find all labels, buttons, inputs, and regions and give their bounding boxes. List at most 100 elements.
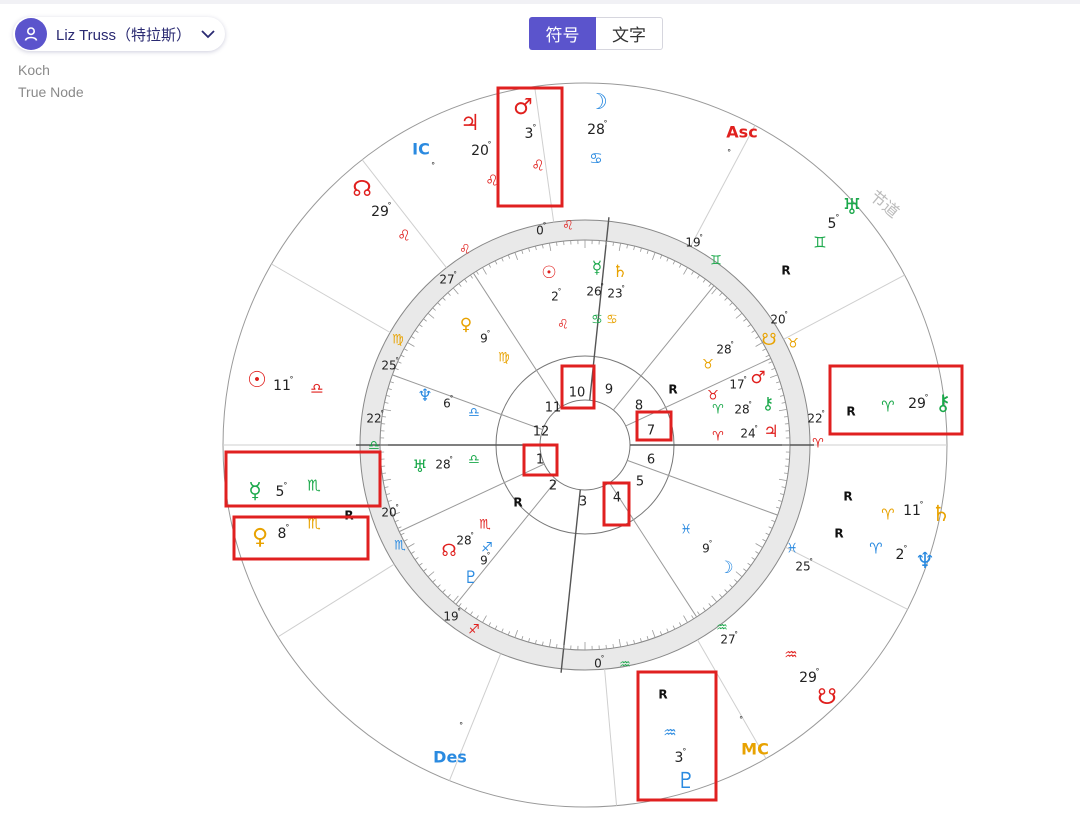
natal-planet-glyph: ♇ [463,568,478,588]
mc-degree-degree-mark: ° [739,715,743,724]
cusp-sign: ♐ [468,623,480,638]
cusp-degree: 22 [366,412,381,426]
astrology-chart-wheel: 123 456789101112AscMCDesIC °°°°节道♂3°☽28°♃2… [222,82,964,808]
transit-planet-glyph: ☽ [588,90,608,115]
retrograde-mark: R [846,405,855,419]
natal-planet-glyph: ⚷ [762,394,774,414]
transit-planet-sign: ♒ [663,724,676,742]
transit-planet-glyph: ⚷ [935,391,951,416]
house-number-3: 3 [579,495,587,510]
angle-asc: Asc [726,123,757,142]
transit-planet-degree: 29 [908,396,926,412]
natal-planet-degree: 26 [586,285,601,299]
natal-planet-glyph: ♂ [750,368,765,388]
cusp-degree-degree-mark: ° [601,655,605,663]
transit-planet-degree-degree-mark: ° [290,375,294,384]
cusp-sign: ♌ [459,243,471,258]
transit-planet-sign: ♎ [310,380,323,398]
cusp-degree: 25 [795,560,810,574]
cusp-sign: ♉ [787,337,799,352]
house-number-6: 6 [647,453,655,468]
transit-planet-degree-degree-mark: ° [532,123,536,132]
transit-planet-degree: 11 [273,378,291,394]
cusp-sign: ♈ [812,437,824,452]
transit-planet-degree-degree-mark: ° [925,393,929,402]
house-number-7: 7 [647,424,655,439]
outer-cusp-line [277,563,395,638]
natal-planet-glyph: ☿ [592,258,602,278]
transit-planet-sign: ♒ [784,646,797,664]
cusp-sign: ♌ [562,219,574,234]
house-number-1: 1 [536,453,544,468]
natal-planet-degree-degree-mark: ° [709,540,713,548]
retrograde-mark: R [513,496,522,510]
natal-planet-degree-degree-mark: ° [600,283,604,291]
transit-planet-glyph: ☿ [248,479,262,504]
transit-planet-degree: 29 [799,670,817,686]
natal-planet-degree-degree-mark: ° [730,341,734,349]
transit-planet-degree-degree-mark: ° [816,667,820,676]
transit-planet-degree: 28 [587,122,605,138]
asc-degree-degree-mark: ° [727,148,731,157]
natal-planet-sign: ♋ [606,313,618,328]
transit-planet-sign: ♈ [881,398,894,416]
natal-planet-sign: ♈ [712,430,724,445]
natal-planet-glyph: ☋ [761,330,776,350]
cusp-sign: ♒ [619,658,631,673]
cusp-degree-degree-mark: ° [457,608,461,616]
cusp-degree-degree-mark: ° [453,271,457,279]
natal-planet-sign: ♍ [498,351,510,366]
transit-planet-degree-degree-mark: ° [283,481,287,490]
des-degree-degree-mark: ° [459,721,463,730]
cusp-degree-degree-mark: ° [543,222,547,230]
cusp-degree: 20 [381,506,396,520]
outer-cusp-line [785,546,908,610]
cusp-degree-degree-mark: ° [809,558,813,566]
ic-degree-degree-mark: ° [431,161,435,170]
natal-planet-degree-degree-mark: ° [743,376,747,384]
natal-planet-glyph: ♀ [460,315,472,335]
angle-mc: MC [741,740,769,759]
natal-planet-degree: 28 [456,534,471,548]
cusp-degree-degree-mark: ° [395,504,399,512]
natal-planet-degree-degree-mark: ° [487,330,491,338]
natal-planet-glyph: ☽ [718,558,733,578]
transit-planet-sign: ♏ [307,477,321,495]
natal-planet-sign: ♐ [481,541,493,556]
cusp-sign: ♏ [394,539,406,554]
cusp-degree: 20 [770,313,785,327]
transit-planet-degree-degree-mark: ° [285,523,289,532]
transit-planet-sign: ♊ [813,234,826,252]
natal-planet-sign: ♓ [680,523,692,538]
cusp-degree: 25 [381,359,396,373]
transit-planet-glyph: ♇ [676,769,696,794]
retrograde-mark: R [658,688,667,702]
transit-planet-sign: ♈ [869,540,882,558]
retrograde-mark: R [668,383,677,397]
transit-planet-glyph: ♅ [842,195,862,220]
natal-planet-degree-degree-mark: ° [449,456,453,464]
transit-planet-sign: ♋ [589,150,602,168]
degree-tick [612,643,614,649]
transit-planet-degree-degree-mark: ° [920,500,924,509]
transit-planet-degree: 29 [371,204,389,220]
transit-planet-degree: 20 [471,143,489,159]
natal-planet-glyph: ♃ [763,422,778,442]
retrograde-mark: R [781,264,790,278]
house-number-2: 2 [549,479,557,494]
transit-planet-sign: ♌ [397,227,410,245]
natal-planet-degree-degree-mark: ° [470,532,474,540]
transit-planet-degree-degree-mark: ° [488,140,492,149]
natal-planet-degree-degree-mark: ° [621,285,625,293]
retrograde-mark: R [834,527,843,541]
degree-tick [556,241,558,247]
natal-planet-sign: ♎ [468,406,480,421]
degree-tick [783,472,789,474]
cusp-degree-degree-mark: ° [699,234,703,242]
natal-planet-degree: 28 [734,403,749,417]
angle-ic: IC [412,140,430,159]
cusp-degree: 22 [807,412,822,426]
house-number-10: 10 [569,386,586,401]
transit-planet-glyph: ♃ [460,111,480,136]
cusp-degree: 19 [685,236,700,250]
